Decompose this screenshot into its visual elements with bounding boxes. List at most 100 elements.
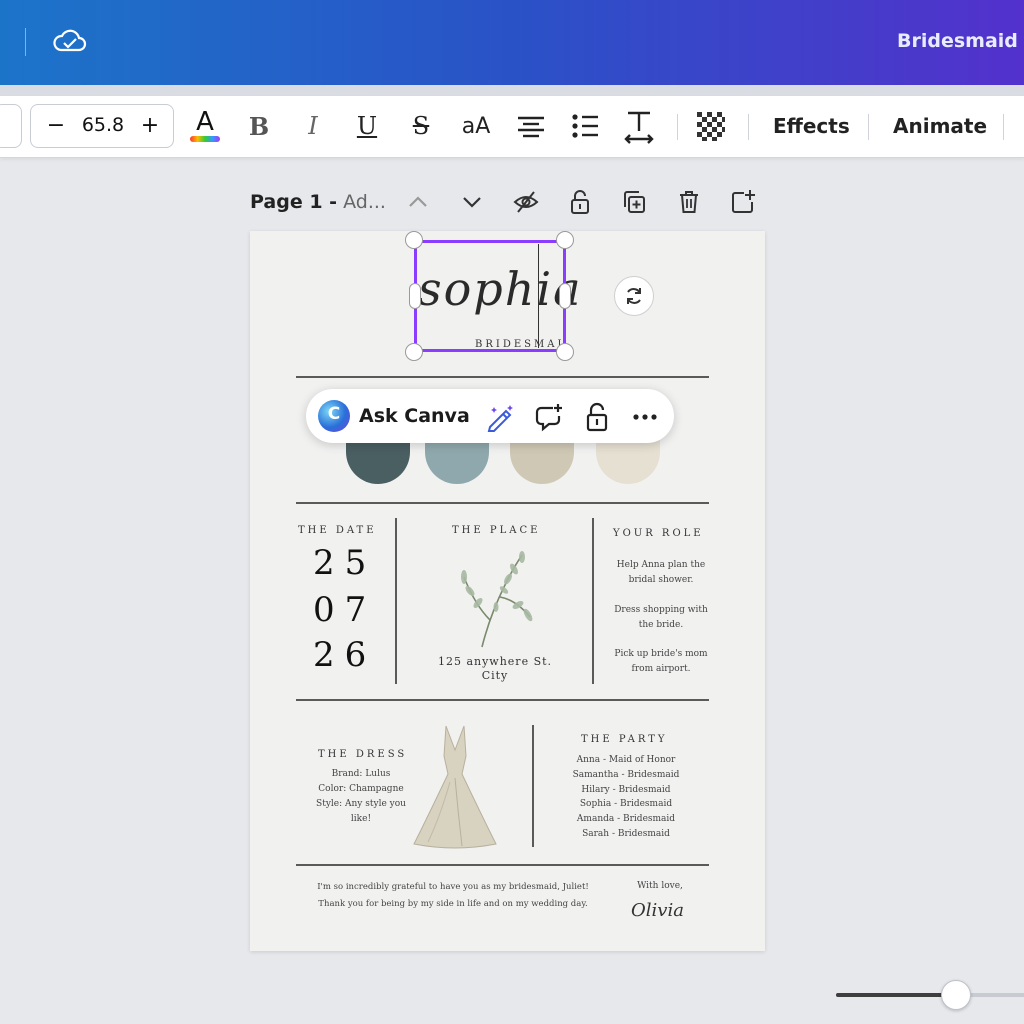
canva-logo-letter: C <box>327 404 341 424</box>
align-center-icon[interactable] <box>514 106 548 146</box>
resize-handle-top-right[interactable] <box>556 231 574 249</box>
lock-page-icon[interactable] <box>566 188 594 216</box>
dress-heading[interactable]: THE DRESS <box>318 749 407 760</box>
column-divider <box>532 725 534 847</box>
resize-handle-bottom-right[interactable] <box>556 343 574 361</box>
color-bar-icon <box>190 136 220 142</box>
thank-you-note[interactable]: I'm so incredibly grateful to have you a… <box>302 879 604 913</box>
delete-page-icon[interactable] <box>675 188 703 216</box>
role-item-line: bridal shower. <box>628 575 694 585</box>
text-toolbar: − 65.8 + A B I U S aA Effects Animate <box>0 96 1024 158</box>
ask-canva-button[interactable]: Ask Canva <box>359 405 470 427</box>
toolbar-divider <box>677 114 678 140</box>
font-family-select[interactable] <box>0 104 22 148</box>
role-heading[interactable]: YOUR ROLE <box>613 528 704 539</box>
place-address[interactable]: 125 anywhere St. City <box>430 655 560 683</box>
font-size-increase-button[interactable]: + <box>135 111 165 141</box>
date-year[interactable]: 26 <box>313 635 376 675</box>
resize-handle-bottom-left[interactable] <box>405 343 423 361</box>
font-size-control: − 65.8 + <box>30 104 174 148</box>
cloud-saved-icon[interactable] <box>52 26 88 58</box>
resize-handle-left[interactable] <box>409 283 421 309</box>
zoom-slider-handle[interactable] <box>941 980 971 1010</box>
font-size-value[interactable]: 65.8 <box>77 114 129 136</box>
font-size-decrease-button[interactable]: − <box>41 111 71 141</box>
role-item-line: Dress shopping with <box>614 605 708 615</box>
bullet-list-icon[interactable] <box>568 106 602 146</box>
add-comment-icon[interactable] <box>533 401 565 433</box>
text-color-button[interactable]: A <box>188 106 222 146</box>
more-options-icon[interactable] <box>629 401 661 433</box>
divider-line <box>296 376 709 378</box>
role-item[interactable]: Pick up bride's mom from airport. <box>605 647 717 677</box>
duplicate-page-icon[interactable] <box>620 188 648 216</box>
role-item-line: Pick up bride's mom <box>614 649 708 659</box>
bold-button[interactable]: B <box>242 106 276 146</box>
rotate-icon <box>627 288 641 304</box>
zoom-slider-fill <box>836 993 956 997</box>
party-list[interactable]: Anna - Maid of Honor Samantha - Bridesma… <box>556 753 696 842</box>
text-spacing-icon[interactable] <box>622 106 656 146</box>
dress-line: Style: Any style you <box>316 799 406 809</box>
lock-icon[interactable] <box>581 401 613 433</box>
effects-button[interactable]: Effects <box>773 114 850 138</box>
role-item-line: the bride. <box>638 620 684 630</box>
animate-button[interactable]: Animate <box>893 114 987 138</box>
underline-button[interactable]: U <box>350 106 384 146</box>
rotate-button[interactable] <box>614 276 654 316</box>
dress-line: Brand: Lulus <box>331 769 391 779</box>
party-member: Anna - Maid of Honor <box>576 755 676 765</box>
selection-box[interactable] <box>414 240 566 352</box>
place-heading[interactable]: THE PLACE <box>452 525 540 536</box>
note-signoff[interactable]: With love, <box>622 879 698 894</box>
party-member: Amanda - Bridesmaid <box>576 814 676 825</box>
column-divider <box>592 518 594 684</box>
resize-handle-top-left[interactable] <box>405 231 423 249</box>
text-color-letter: A <box>196 107 214 137</box>
chevron-up-icon[interactable] <box>404 188 432 216</box>
doc-title-clip: Bridesmaid I <box>880 0 1024 85</box>
document-title[interactable]: Bridesmaid I <box>897 30 1024 52</box>
signature-text[interactable]: Olivia <box>631 900 684 921</box>
header-divider <box>25 28 26 56</box>
toolbar-divider <box>748 114 749 140</box>
hide-page-icon[interactable] <box>512 188 540 216</box>
magic-write-icon[interactable] <box>484 401 516 433</box>
chevron-down-icon[interactable] <box>458 188 486 216</box>
address-line-2: City <box>481 669 509 682</box>
date-heading[interactable]: THE DATE <box>298 525 377 536</box>
transparency-icon[interactable] <box>694 106 728 146</box>
party-heading[interactable]: THE PARTY <box>581 734 668 745</box>
divider-line <box>296 864 709 866</box>
date-month[interactable]: 07 <box>313 590 376 630</box>
role-item[interactable]: Dress shopping with the bride. <box>605 603 717 633</box>
party-member: Hilary - Bridesmaid <box>581 784 671 795</box>
divider-line <box>296 699 709 701</box>
column-divider <box>395 518 397 684</box>
date-day[interactable]: 25 <box>313 543 376 583</box>
letter-case-button[interactable]: aA <box>456 106 496 146</box>
botanical-sprig-icon[interactable] <box>450 545 540 650</box>
divider-line <box>296 502 709 504</box>
resize-handle-right[interactable] <box>559 283 571 309</box>
top-header: Bridesmaid I <box>0 0 1024 85</box>
header-gap <box>0 85 1024 96</box>
italic-button[interactable]: I <box>296 106 330 146</box>
strikethrough-button[interactable]: S <box>404 106 438 146</box>
note-line: I'm so incredibly grateful to have you a… <box>317 882 589 892</box>
dress-line: Color: Champagne <box>318 784 404 794</box>
page-subtitle: Ad... <box>343 191 386 213</box>
dress-line: like! <box>350 814 372 824</box>
role-item[interactable]: Help Anna plan the bridal shower. <box>605 558 717 588</box>
role-item-line: Help Anna plan the <box>616 560 706 570</box>
gown-illustration-icon[interactable] <box>410 722 500 850</box>
party-member: Sarah - Bridesmaid <box>582 828 670 839</box>
role-item-line: from airport. <box>631 664 691 674</box>
canva-assistant-icon[interactable]: C <box>318 400 350 432</box>
page-title[interactable]: Page 1 - Ad... <box>250 191 386 213</box>
dress-details[interactable]: Brand: Lulus Color: Champagne Style: Any… <box>305 767 417 827</box>
add-page-icon[interactable] <box>729 188 757 216</box>
ask-canva-toolbar: C Ask Canva <box>306 389 674 443</box>
toolbar-divider <box>1003 114 1004 140</box>
page-name: Page 1 - <box>250 191 338 213</box>
